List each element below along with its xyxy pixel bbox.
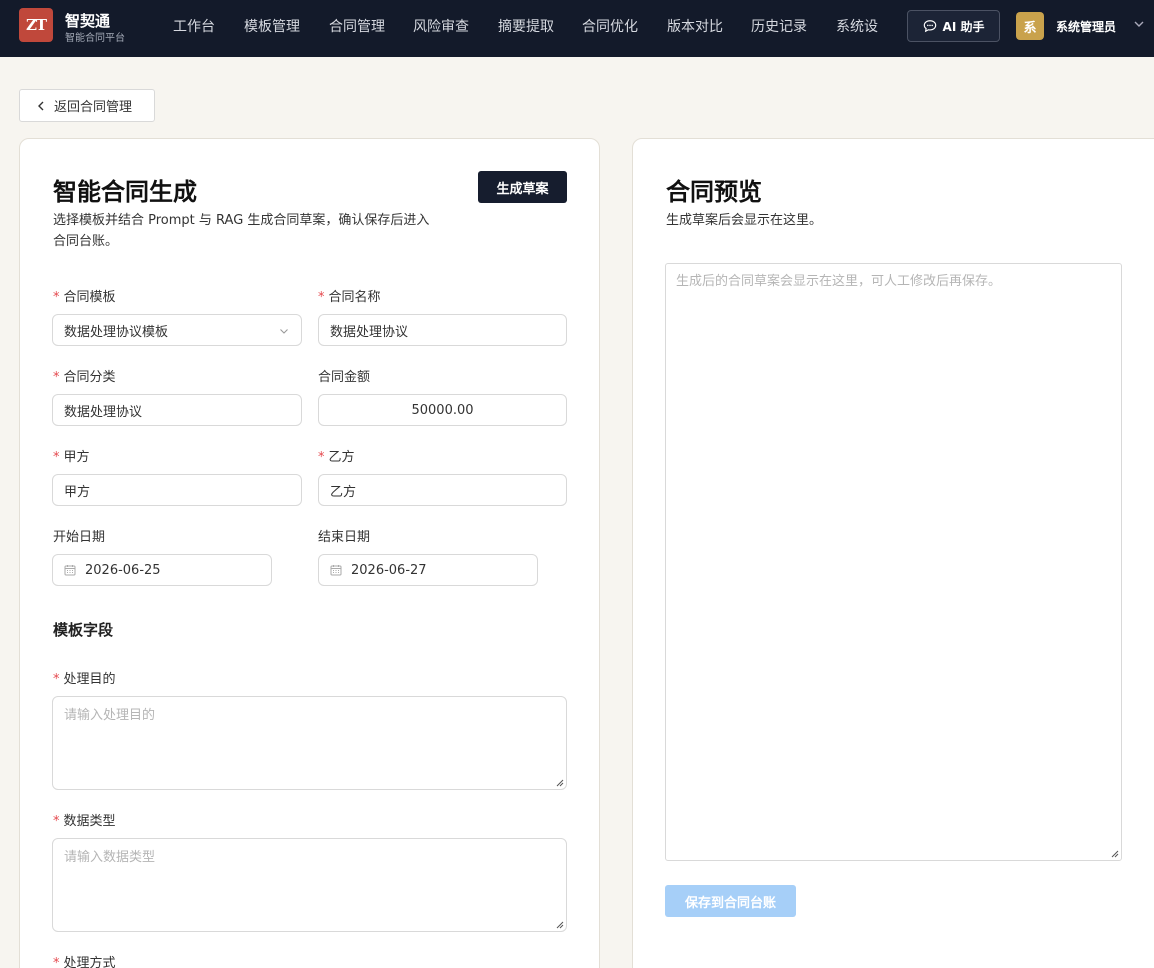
preview-title: 合同预览 [666,177,762,206]
preview-description: 生成草案后会显示在这里。 [666,213,823,228]
nav-item-summary[interactable]: 摘要提取 [498,16,554,36]
avatar[interactable]: 系 [1016,12,1044,40]
template-select-value: 数据处理协议模板 [64,324,169,340]
party-b-input[interactable]: 乙方 [318,474,567,506]
logo-badge[interactable]: ZT [19,8,53,42]
back-to-contracts-button[interactable]: 返回合同管理 [19,89,155,122]
category-input[interactable]: 数据处理协议 [52,394,302,426]
template-fields-title: 模板字段 [53,621,114,639]
template-label: * 合同模板 [53,290,116,305]
brand-name: 智契通 [65,12,111,30]
chevron-down-icon [280,329,288,334]
calendar-icon [64,565,76,576]
ai-assistant-button[interactable]: AI 助手 [907,10,1000,42]
nav-item-workbench[interactable]: 工作台 [173,16,215,36]
contract-name-value: 数据处理协议 [330,324,409,340]
form-description-line1: 选择模板并结合 Prompt 与 RAG 生成合同草案，确认保存后进入 [53,213,430,228]
generate-draft-button[interactable]: 生成草案 [478,171,567,203]
template-select[interactable]: 数据处理协议模板 [52,314,302,346]
user-name[interactable]: 系统管理员 [1056,18,1116,35]
purpose-label: * 处理目的 [53,672,116,687]
nav-item-version-compare[interactable]: 版本对比 [667,16,723,36]
resize-grip-icon[interactable] [1110,849,1119,858]
preview-textarea[interactable]: 生成后的合同草案会显示在这里，可人工修改后再保存。 [665,263,1122,861]
nav-item-optimize[interactable]: 合同优化 [582,16,638,36]
party-a-label: * 甲方 [53,450,90,465]
start-date-picker[interactable]: 2026-06-25 [52,554,272,586]
chevron-down-icon[interactable] [1133,18,1145,30]
data-type-placeholder: 请输入数据类型 [64,850,156,865]
amount-label: 合同金额 [318,370,371,385]
method-label: * 处理方式 [53,956,116,968]
resize-grip-icon[interactable] [555,920,564,929]
purpose-textarea[interactable]: 请输入处理目的 [52,696,567,790]
purpose-placeholder: 请输入处理目的 [64,708,156,723]
contract-name-label: * 合同名称 [318,290,381,305]
data-type-label: * 数据类型 [53,814,116,829]
nav-item-settings[interactable]: 系统设 [836,16,878,36]
nav-item-history[interactable]: 历史记录 [751,16,807,36]
chevron-left-icon [38,101,44,110]
data-type-textarea[interactable]: 请输入数据类型 [52,838,567,932]
amount-input[interactable]: 50000.00 [318,394,567,426]
party-b-label: * 乙方 [318,450,355,465]
calendar-icon [330,565,342,576]
party-a-placeholder: 甲方 [64,484,91,500]
amount-value: 50000.00 [411,402,474,418]
end-date-label: 结束日期 [318,530,371,545]
end-date-value: 2026-06-27 [351,562,427,578]
form-description-line2: 合同台账。 [53,234,119,249]
nav-item-templates[interactable]: 模板管理 [244,16,300,36]
category-label: * 合同分类 [53,370,116,385]
ai-assistant-label: AI 助手 [942,19,985,34]
top-nav-bar: ZT 智契通 智能合同平台 工作台 模板管理 合同管理 风险审查 摘要提取 合同… [0,0,1154,57]
nav-item-risk-review[interactable]: 风险审查 [413,16,469,36]
category-value: 数据处理协议 [64,404,143,420]
preview-placeholder: 生成后的合同草案会显示在这里，可人工修改后再保存。 [676,274,1002,289]
brand-subtitle: 智能合同平台 [65,33,125,44]
form-title: 智能合同生成 [53,177,197,206]
chat-bubble-icon [923,20,936,33]
party-a-input[interactable]: 甲方 [52,474,302,506]
start-date-value: 2026-06-25 [85,562,161,578]
save-to-ledger-button[interactable]: 保存到合同台账 [665,885,796,917]
end-date-picker[interactable]: 2026-06-27 [318,554,538,586]
nav-item-contracts[interactable]: 合同管理 [329,16,385,36]
contract-name-input[interactable]: 数据处理协议 [318,314,567,346]
back-button-label: 返回合同管理 [54,100,133,115]
start-date-label: 开始日期 [53,530,106,545]
resize-grip-icon[interactable] [555,778,564,787]
party-b-placeholder: 乙方 [330,484,357,500]
